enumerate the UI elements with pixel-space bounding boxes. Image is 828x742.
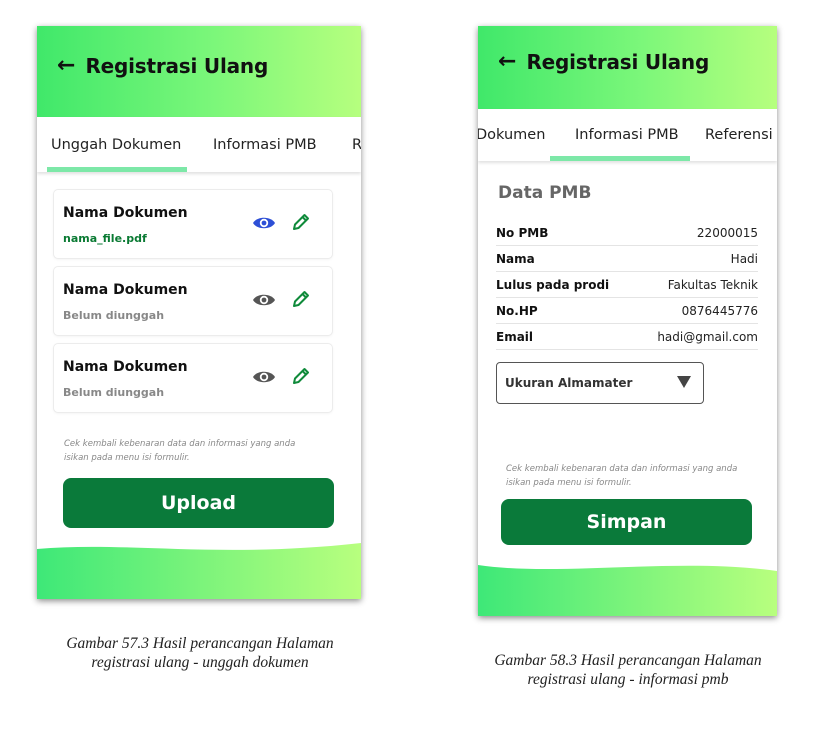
dropdown-arrow-icon [677,376,691,388]
footer-wave [37,543,361,599]
tab-bar: Unggah Dokumen Informasi PMB R [37,117,361,172]
document-status: Belum diunggah [63,309,165,322]
tab-unggah-dokumen[interactable]: Unggah Dokumen [51,117,181,172]
field-label: Nama [496,251,535,266]
field-label: Lulus pada prodi [496,277,610,292]
section-title: Data PMB [498,183,592,203]
active-tab-indicator [550,156,690,161]
field-value: 22000015 [696,225,758,240]
page-title: Registrasi Ulang [526,50,710,74]
field-label: No PMB [496,225,549,240]
back-arrow-icon[interactable]: ← [57,55,75,77]
tab-referensi[interactable]: R [352,117,361,172]
pmb-data-table: No PMB 22000015 Nama Hadi Lulus pada pro… [496,220,758,350]
info-note-line: Cek kembali kebenaran data dan informasi… [506,464,738,474]
tab-informasi-pmb[interactable]: Informasi PMB [575,109,679,161]
document-card: Nama Dokumen Belum diunggah [54,267,332,335]
save-button[interactable]: Simpan [501,499,752,545]
field-value: hadi@gmail.com [657,329,758,344]
table-row: Lulus pada prodi Fakultas Teknik [496,272,758,298]
caption-line: Gambar 58.3 Hasil perancangan Halaman [494,652,762,669]
document-filename: nama_file.pdf [63,232,147,245]
field-label: No.HP [496,303,538,318]
field-value: Hadi [730,251,758,266]
eye-view-icon[interactable] [252,291,276,309]
figure-caption-right: Gambar 58.3 Hasil perancangan Halaman re… [448,651,808,689]
document-card: Nama Dokumen nama_file.pdf [54,190,332,258]
caption-line: Gambar 57.3 Hasil perancangan Halaman [66,635,334,652]
pencil-edit-icon[interactable] [291,366,311,386]
screenshot-pmb-info: ← Registrasi Ulang Dokumen Informasi PMB… [478,26,777,616]
pencil-edit-icon[interactable] [291,212,311,232]
upload-button[interactable]: Upload [63,478,334,528]
figure-caption-left: Gambar 57.3 Hasil perancangan Halaman re… [20,634,380,672]
document-title: Nama Dokumen [63,205,188,221]
footer-wave [478,565,777,616]
document-status: Belum diunggah [63,386,165,399]
pencil-edit-icon[interactable] [291,289,311,309]
screenshot-upload-documents: ← Registrasi Ulang Unggah Dokumen Inform… [37,26,361,599]
app-bar: ← Registrasi Ulang [37,26,361,117]
eye-view-icon[interactable] [252,368,276,386]
field-label: Email [496,329,534,344]
page-title: Registrasi Ulang [85,54,269,78]
info-note: Cek kembali kebenaran data dan informasi… [506,462,737,490]
table-row: No PMB 22000015 [496,220,758,246]
active-tab-indicator [47,167,187,172]
document-title: Nama Dokumen [63,359,188,375]
info-note: Cek kembali kebenaran data dan informasi… [64,437,295,465]
tab-informasi-pmb[interactable]: Informasi PMB [213,117,317,172]
document-title: Nama Dokumen [63,282,188,298]
back-arrow-icon[interactable]: ← [498,51,516,73]
table-row: Nama Hadi [496,246,758,272]
almamater-size-dropdown[interactable]: Ukuran Almamater [496,362,704,404]
tab-referensi[interactable]: Referensi PI [705,109,777,161]
dropdown-label: Ukuran Almamater [505,376,633,390]
field-value: Fakultas Teknik [667,277,758,292]
app-bar: ← Registrasi Ulang [478,26,777,109]
field-value: 0876445776 [681,303,758,318]
info-note-line: Cek kembali kebenaran data dan informasi… [64,439,296,449]
document-card: Nama Dokumen Belum diunggah [54,344,332,412]
table-row: No.HP 0876445776 [496,298,758,324]
info-note-line: isikan pada menu isi formulir. [64,453,190,463]
tab-bar: Dokumen Informasi PMB Referensi PI [478,109,777,161]
table-row: Email hadi@gmail.com [496,324,758,350]
tab-dokumen[interactable]: Dokumen [478,109,545,161]
caption-line: registrasi ulang - informasi pmb [527,671,729,688]
eye-view-icon[interactable] [252,214,276,232]
caption-line: registrasi ulang - unggah dokumen [91,654,309,671]
info-note-line: isikan pada menu isi formulir. [506,478,632,488]
